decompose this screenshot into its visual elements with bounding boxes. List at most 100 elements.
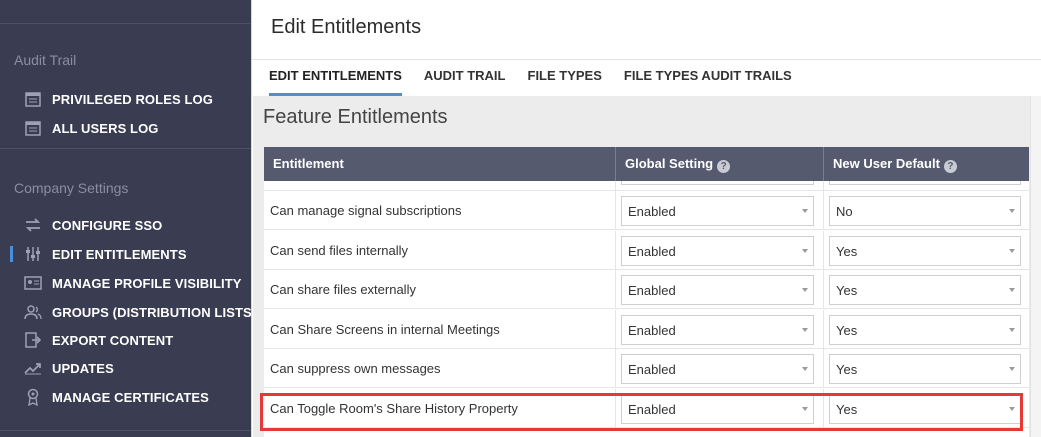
chevron-down-icon [1009,209,1015,213]
column-divider [823,310,824,349]
sidebar: Audit Trail PRIVILEGED ROLES LOG ALL USE… [0,0,256,437]
entitlement-name: Can suppress own messages [270,361,441,376]
table-header: Entitlement Global Setting? New User Def… [264,147,1029,181]
sliders-icon [24,245,42,263]
new-user-default-select[interactable]: Yes [829,236,1021,266]
global-setting-select[interactable]: Enabled [621,236,814,266]
tab-file-types[interactable]: FILE TYPES [528,60,602,96]
certificate-icon [24,388,42,406]
sidebar-item-privileged-roles-log[interactable]: PRIVILEGED ROLES LOG [0,86,251,112]
column-divider [615,349,616,388]
column-divider [823,270,824,309]
select-value: Enabled [628,323,676,338]
help-icon[interactable]: ? [943,160,957,173]
new-user-default-select[interactable]: Yes [829,315,1021,345]
column-divider [823,231,824,270]
chevron-down-icon [802,328,808,332]
entitlement-name: Can send files internally [270,243,409,258]
sidebar-item-label: UPDATES [52,360,114,376]
global-setting-select[interactable]: Enabled [621,196,814,226]
new-user-default-select[interactable]: Yes [829,275,1021,305]
sidebar-item-edit-entitlements[interactable]: EDIT ENTITLEMENTS [0,241,251,267]
sidebar-divider [0,148,251,149]
sidebar-item-all-users-log[interactable]: ALL USERS LOG [0,115,251,141]
chevron-down-icon [1009,249,1015,253]
tab-edit-entitlements[interactable]: EDIT ENTITLEMENTS [269,60,402,96]
sidebar-item-label: MANAGE CERTIFICATES [52,389,209,405]
chevron-down-icon [1009,367,1015,371]
sidebar-item-export-content[interactable]: EXPORT CONTENT [0,327,251,353]
sidebar-item-configure-sso[interactable]: CONFIGURE SSO [0,212,251,238]
entitlement-name: Can Share Screens in internal Meetings [270,322,500,337]
global-setting-select[interactable]: Enabled [621,354,814,384]
global-setting-select[interactable]: Enabled [621,275,814,305]
chevron-down-icon [802,209,808,213]
entitlement-name: Can share files externally [270,282,416,297]
column-divider [615,270,616,309]
tab-file-types-audit-trails[interactable]: FILE TYPES AUDIT TRAILS [624,60,792,96]
column-header-label: Global Setting [625,156,714,171]
select-value: Yes [836,402,858,417]
column-divider [823,389,824,428]
table-body: Can manage signal subscriptions Enabled … [264,181,1029,437]
sidebar-item-manage-profile-visibility[interactable]: MANAGE PROFILE VISIBILITY [0,270,251,296]
select-value: Enabled [628,362,676,377]
sidebar-item-updates[interactable]: UPDATES [0,355,251,381]
calendar-icon [24,119,42,137]
select-value: Enabled [628,204,676,219]
scrollbar[interactable] [1030,96,1041,437]
sidebar-item-label: MANAGE PROFILE VISIBILITY [52,275,242,291]
new-user-default-select[interactable] [829,181,1021,185]
calendar-icon [24,90,42,108]
select-value: Yes [836,244,858,259]
table-row: Can Toggle Room's Share History Property… [264,389,1029,428]
id-card-icon [24,274,42,292]
select-value: Yes [836,362,858,377]
chevron-down-icon [802,407,808,411]
global-setting-select[interactable] [621,181,814,185]
sidebar-item-label: PRIVILEGED ROLES LOG [52,91,213,107]
table-row: Can Share Screens in internal Meetings E… [264,310,1029,349]
column-header-label: Entitlement [273,156,344,171]
column-divider [615,181,616,191]
chevron-down-icon [802,249,808,253]
sidebar-item-manage-certificates[interactable]: MANAGE CERTIFICATES [0,384,251,410]
active-marker [10,246,13,262]
table-row: Can suppress own messages Enabled Yes [264,349,1029,388]
help-icon[interactable]: ? [717,160,731,173]
chevron-down-icon [1009,328,1015,332]
tab-bar: EDIT ENTITLEMENTS AUDIT TRAIL FILE TYPES… [269,60,814,96]
table-row: Can manage signal subscriptions Enabled … [264,191,1029,230]
users-icon [24,303,42,321]
table-row: Can send files internally Enabled Yes [264,231,1029,270]
export-icon [24,331,42,349]
column-divider [823,181,824,191]
main-panel: Edit Entitlements EDIT ENTITLEMENTS AUDI… [251,0,1041,437]
column-header-entitlement: Entitlement [264,147,615,181]
sidebar-item-label: CONFIGURE SSO [52,217,163,233]
entitlement-name: Can Toggle Room's Share History Property [270,401,518,416]
sidebar-item-label: GROUPS (DISTRIBUTION LISTS) [52,304,257,320]
global-setting-select[interactable]: Enabled [621,315,814,345]
content-area: Feature Entitlements Entitlement Global … [253,96,1030,437]
column-divider [615,191,616,230]
trend-up-icon [24,359,42,377]
swap-arrows-icon [24,216,42,234]
new-user-default-select[interactable]: No [829,196,1021,226]
chevron-down-icon [802,367,808,371]
section-heading: Feature Entitlements [263,106,448,128]
new-user-default-select[interactable]: Yes [829,394,1021,424]
sidebar-divider [0,430,251,431]
chevron-down-icon [802,288,808,292]
column-header-label: New User Default [833,156,940,171]
sidebar-item-label: EDIT ENTITLEMENTS [52,246,187,262]
column-divider [615,231,616,270]
select-value: Enabled [628,283,676,298]
entitlement-name: Can manage signal subscriptions [270,203,462,218]
tab-audit-trail[interactable]: AUDIT TRAIL [424,60,506,96]
select-value: Enabled [628,244,676,259]
new-user-default-select[interactable]: Yes [829,354,1021,384]
section-title-company-settings: Company Settings [14,180,129,196]
global-setting-select[interactable]: Enabled [621,394,814,424]
sidebar-item-groups[interactable]: GROUPS (DISTRIBUTION LISTS) [0,299,256,325]
